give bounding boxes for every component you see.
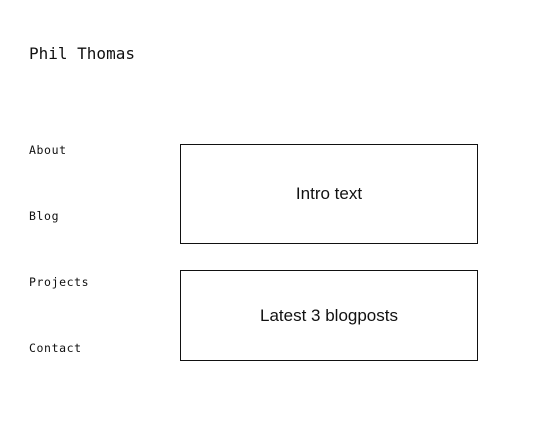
nav-link-about[interactable]: About	[29, 143, 67, 157]
nav-link-blog[interactable]: Blog	[29, 209, 59, 223]
latest-blogposts-text: Latest 3 blogposts	[260, 305, 398, 325]
nav-link-projects[interactable]: Projects	[29, 275, 89, 289]
intro-text: Intro text	[295, 184, 363, 203]
site-title: Phil Thomas	[29, 44, 135, 63]
latest-blogposts-section: Latest 3 blogposts	[180, 270, 478, 361]
nav-link-contact[interactable]: Contact	[29, 341, 82, 355]
intro-section: Intro text	[180, 144, 478, 244]
